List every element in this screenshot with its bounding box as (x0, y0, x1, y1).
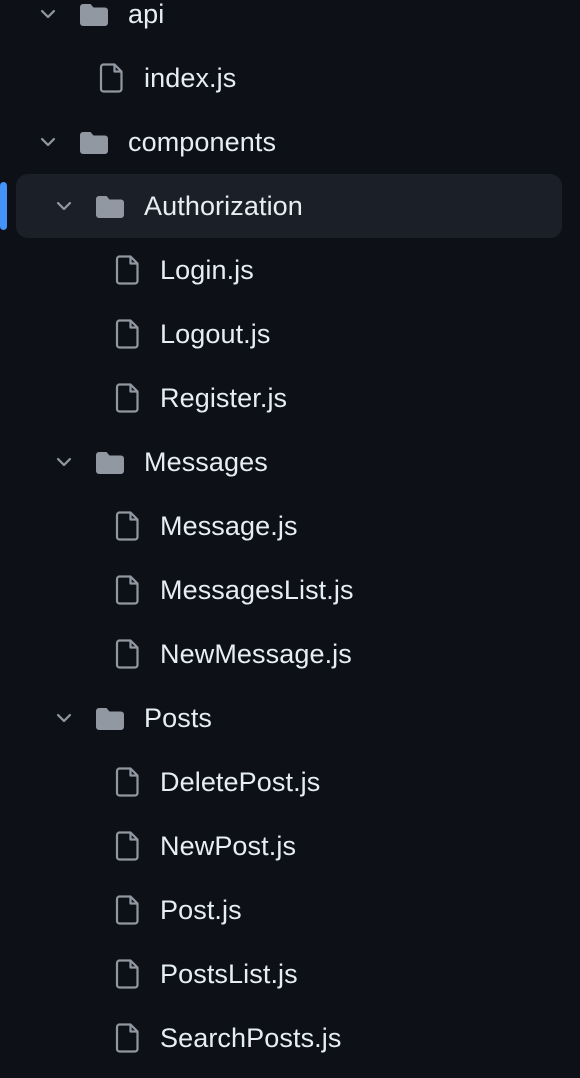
tree-item-label: NewPost.js (160, 831, 297, 861)
file-icon (115, 767, 139, 797)
tree-item-label: SearchPosts.js (160, 1023, 342, 1053)
folder-icon (96, 196, 124, 218)
tree-item-label: Messages (144, 447, 268, 477)
folder-icon (80, 4, 108, 26)
tree-file-postslist-js[interactable]: PostsList.js (16, 942, 562, 1006)
chevron-down-icon[interactable] (38, 132, 58, 152)
folder-icon (96, 452, 124, 474)
tree-folder-components[interactable]: components (16, 110, 562, 174)
tree-folder-api[interactable]: api (16, 0, 562, 46)
folder-icon (96, 708, 124, 730)
tree-item-label: Posts (144, 703, 213, 733)
file-icon (99, 63, 123, 93)
tree-item-label: Logout.js (160, 319, 271, 349)
tree-file-searchposts-js[interactable]: SearchPosts.js (16, 1006, 562, 1070)
tree-file-newmessage-js[interactable]: NewMessage.js (16, 622, 562, 686)
tree-item-label: components (128, 127, 277, 157)
tree-folder-authorization[interactable]: Authorization (16, 174, 562, 238)
tree-file-message-js[interactable]: Message.js (16, 494, 562, 558)
file-icon (115, 831, 139, 861)
file-icon (115, 959, 139, 989)
tree-item-label: PostsList.js (160, 959, 298, 989)
chevron-down-icon[interactable] (54, 452, 74, 472)
folder-icon (80, 132, 108, 154)
tree-file-index-js[interactable]: index.js (16, 46, 562, 110)
file-icon (115, 575, 139, 605)
tree-item-label: Login.js (160, 255, 254, 285)
chevron-down-icon[interactable] (54, 708, 74, 728)
tree-file-register-js[interactable]: Register.js (16, 366, 562, 430)
tree-item-label: Post.js (160, 895, 242, 925)
file-icon (115, 319, 139, 349)
file-icon (115, 639, 139, 669)
chevron-down-icon[interactable] (54, 196, 74, 216)
file-icon (115, 895, 139, 925)
tree-item-label: MessagesList.js (160, 575, 354, 605)
file-icon (115, 255, 139, 285)
file-icon (115, 511, 139, 541)
tree-folder-posts[interactable]: Posts (16, 686, 562, 750)
selection-indicator (0, 182, 7, 230)
tree-item-label: DeletePost.js (160, 767, 321, 797)
tree-item-label: Authorization (144, 191, 303, 221)
tree-file-messageslist-js[interactable]: MessagesList.js (16, 558, 562, 622)
tree-item-label: NewMessage.js (160, 639, 352, 669)
tree-item-label: api (128, 0, 165, 29)
tree-file-post-js[interactable]: Post.js (16, 878, 562, 942)
file-tree: api index.js components Authorization Lo… (0, 0, 580, 1078)
tree-file-login-js[interactable]: Login.js (16, 238, 562, 302)
tree-item-label: Message.js (160, 511, 298, 541)
tree-file-deletepost-js[interactable]: DeletePost.js (16, 750, 562, 814)
tree-folder-messages[interactable]: Messages (16, 430, 562, 494)
chevron-down-icon[interactable] (38, 4, 58, 24)
tree-item-label: index.js (144, 63, 237, 93)
file-icon (115, 383, 139, 413)
file-icon (115, 1023, 139, 1053)
tree-item-label: Register.js (160, 383, 288, 413)
tree-file-newpost-js[interactable]: NewPost.js (16, 814, 562, 878)
tree-file-logout-js[interactable]: Logout.js (16, 302, 562, 366)
